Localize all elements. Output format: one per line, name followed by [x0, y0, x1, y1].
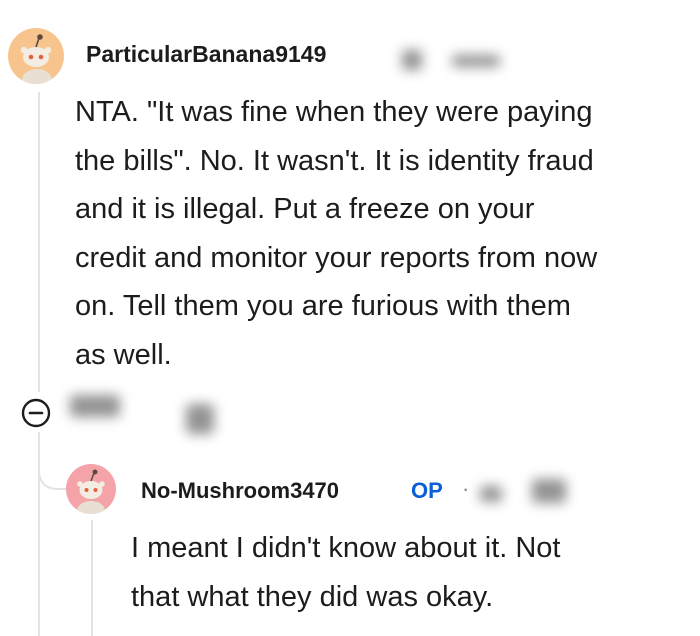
comment-line: as well. [75, 338, 172, 371]
user-avatar[interactable] [66, 464, 116, 514]
comment-username[interactable]: ParticularBanana9149 [86, 41, 326, 68]
redacted-vote-controls [70, 395, 120, 417]
redacted-metadata [452, 55, 500, 67]
comment-body: I meant I didn't know about it. Not that… [131, 524, 691, 621]
separator-dot: · [462, 476, 470, 501]
comment-line: credit and monitor your reports from now [75, 241, 598, 274]
comment-username[interactable]: No-Mushroom3470 [141, 478, 339, 504]
thread-line-elbow[interactable] [38, 432, 66, 490]
op-badge: OP [411, 478, 443, 503]
redacted-metadata [402, 50, 422, 70]
redacted-vote-controls [186, 404, 214, 434]
thread-line[interactable] [38, 92, 40, 392]
reply-thread-line[interactable] [91, 520, 93, 636]
redacted-metadata [532, 479, 566, 503]
comment-body: NTA. "It was fine when they were paying … [75, 88, 695, 379]
snoo-avatar-icon [20, 34, 52, 84]
comment-line: NTA. "It was fine when they were paying [75, 96, 593, 128]
redacted-metadata [480, 486, 502, 502]
comment-line: that what they did was okay. [131, 580, 494, 613]
comment-line: I meant I didn't know about it. Not [131, 532, 561, 564]
comment-line: on. Tell them you are furious with them [75, 290, 571, 322]
snoo-avatar-icon [77, 469, 105, 514]
comment-line: and it is illegal. Put a freeze on your [75, 193, 535, 225]
comment-line: the bills". No. It wasn't. It is identit… [75, 144, 594, 177]
collapse-thread-icon[interactable] [20, 397, 52, 429]
thread-line[interactable] [38, 432, 40, 636]
user-avatar[interactable] [8, 28, 64, 84]
